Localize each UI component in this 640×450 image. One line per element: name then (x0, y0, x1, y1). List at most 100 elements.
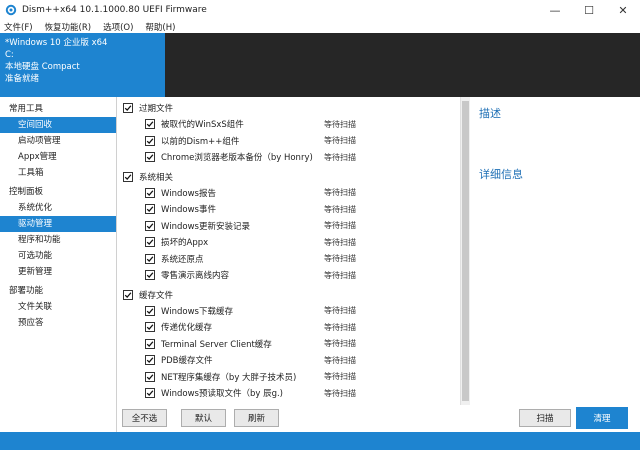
minimize-button[interactable]: — (538, 0, 572, 20)
item-status: 等待扫描 (324, 136, 356, 146)
category-row[interactable]: 系统相关 (118, 169, 460, 185)
item-label: 损坏的Appx (161, 238, 209, 249)
sidebar-item[interactable]: 驱动管理 (0, 216, 116, 232)
list-item[interactable]: Windows更新安装记录 等待扫描 (118, 218, 460, 235)
menu-help[interactable]: 帮助(H) (145, 21, 175, 33)
sidebar-item[interactable]: 可选功能 (0, 248, 116, 264)
item-label: 传递优化缓存 (161, 323, 213, 334)
os-name: *Windows 10 企业版 x64 (5, 38, 108, 48)
category-checkbox[interactable] (123, 171, 133, 182)
item-label: Windows事件 (161, 205, 216, 216)
drive-letter: C: (5, 50, 14, 60)
item-checkbox[interactable] (145, 355, 155, 366)
sidebar-item[interactable]: 文件关联 (0, 299, 116, 315)
list-item[interactable]: Windows下载缓存 等待扫描 (118, 303, 460, 320)
default-button[interactable]: 默认 (181, 409, 226, 427)
category-label: 缓存文件 (139, 290, 174, 301)
item-checkbox[interactable] (145, 305, 155, 316)
sidebar-item[interactable]: 空间回收 (0, 117, 116, 133)
list-item[interactable]: PDB缓存文件 等待扫描 (118, 352, 460, 369)
list-action-bar: 全不选 默认 刷新 (118, 405, 471, 432)
item-status: 等待扫描 (324, 254, 356, 264)
menu-options[interactable]: 选项(O) (103, 21, 133, 33)
item-checkbox[interactable] (145, 237, 155, 248)
item-checkbox[interactable] (145, 220, 155, 231)
category-label: 系统相关 (139, 172, 174, 183)
sidebar-item[interactable]: 系统优化 (0, 200, 116, 216)
window-title: Dism++x64 10.1.1000.80 UEFI Firmware (22, 5, 207, 15)
session-info-panel[interactable]: *Windows 10 企业版 x64 C: 本地硬盘 Compact 准备就绪 (0, 33, 165, 97)
list-item[interactable]: Windows报告 等待扫描 (118, 185, 460, 202)
list-item[interactable]: Chrome浏览器老版本备份（by Honry) 等待扫描 (118, 149, 460, 166)
clean-button[interactable]: 清理 (576, 407, 628, 429)
item-checkbox[interactable] (145, 270, 155, 281)
item-checkbox[interactable] (145, 119, 155, 130)
item-checkbox[interactable] (145, 338, 155, 349)
item-checkbox[interactable] (145, 135, 155, 146)
item-label: Terminal Server Client缓存 (161, 339, 272, 350)
item-status: 等待扫描 (324, 322, 356, 332)
item-label: Chrome浏览器老版本备份（by Honry) (161, 153, 313, 164)
list-scrollbar[interactable] (460, 97, 470, 405)
status-bar (0, 432, 640, 450)
item-status: 等待扫描 (324, 306, 356, 316)
item-label: PDB缓存文件 (161, 356, 213, 367)
list-item[interactable]: NET程序集缓存（by 大胖子技术员) 等待扫描 (118, 369, 460, 386)
item-checkbox[interactable] (145, 371, 155, 382)
category-checkbox[interactable] (123, 289, 133, 300)
item-label: 被取代的WinSxS组件 (161, 120, 244, 131)
sidebar-group-label: 常用工具 (9, 104, 44, 114)
item-checkbox[interactable] (145, 187, 155, 198)
item-checkbox[interactable] (145, 322, 155, 333)
sidebar-item[interactable]: 更新管理 (0, 264, 116, 280)
sidebar-group-label: 控制面板 (9, 187, 44, 197)
list-item[interactable]: 系统还原点 等待扫描 (118, 251, 460, 268)
category-row[interactable]: 过期文件 (118, 100, 460, 116)
item-label: NET程序集缓存（by 大胖子技术员) (161, 372, 297, 383)
item-status: 等待扫描 (324, 372, 356, 382)
list-item[interactable]: 传递优化缓存 等待扫描 (118, 319, 460, 336)
sidebar-item[interactable]: 工具箱 (0, 165, 116, 181)
item-checkbox[interactable] (145, 152, 155, 163)
list-item[interactable]: 损坏的Appx 等待扫描 (118, 234, 460, 251)
select-none-button[interactable]: 全不选 (122, 409, 167, 427)
maximize-button[interactable]: ☐ (572, 0, 606, 20)
category-row[interactable]: 缓存文件 (118, 287, 460, 303)
list-item[interactable]: 零售演示离线内容 等待扫描 (118, 267, 460, 284)
item-status: 等待扫描 (324, 152, 356, 162)
list-item[interactable]: Windows预读取文件（by 辰g.) 等待扫描 (118, 385, 460, 402)
item-label: Windows下载缓存 (161, 306, 233, 317)
item-status: 等待扫描 (324, 388, 356, 398)
sidebar-item[interactable]: 启动项管理 (0, 133, 116, 149)
category-checkbox[interactable] (123, 103, 133, 113)
sidebar-item[interactable]: Appx管理 (0, 149, 116, 165)
menu-file[interactable]: 文件(F) (4, 21, 33, 33)
menu-bar: 文件(F) 恢复功能(R) 选项(O) 帮助(H) (0, 20, 640, 33)
sidebar-group-label: 部署功能 (9, 286, 44, 296)
item-checkbox[interactable] (145, 388, 155, 399)
sidebar-item[interactable]: 预应答 (0, 315, 116, 331)
title-bar: Dism++x64 10.1.1000.80 UEFI Firmware — ☐… (0, 0, 640, 20)
list-item[interactable]: Windows事件 等待扫描 (118, 201, 460, 218)
description-heading: 描述 (479, 107, 501, 120)
item-status: 等待扫描 (324, 188, 356, 198)
menu-restore[interactable]: 恢复功能(R) (45, 21, 92, 33)
item-label: Windows更新安装记录 (161, 221, 250, 232)
close-button[interactable]: ✕ (606, 0, 640, 20)
list-item[interactable]: 以前的Dism++组件 等待扫描 (118, 133, 460, 150)
scrollbar-thumb[interactable] (462, 101, 469, 401)
sidebar-item[interactable]: 程序和功能 (0, 232, 116, 248)
refresh-button[interactable]: 刷新 (234, 409, 279, 427)
list-item[interactable]: Terminal Server Client缓存 等待扫描 (118, 336, 460, 353)
item-status: 等待扫描 (324, 355, 356, 365)
scan-button[interactable]: 扫描 (519, 409, 571, 427)
session-list-area (165, 33, 640, 97)
sidebar: 常用工具空间回收 启动项管理 Appx管理 工具箱控制面板系统优化 驱动管理 程序和功能可… (0, 97, 117, 432)
item-checkbox[interactable] (145, 253, 155, 264)
disk-type: 本地硬盘 Compact (5, 62, 80, 72)
item-checkbox[interactable] (145, 204, 155, 215)
item-label: Windows报告 (161, 188, 216, 199)
list-item[interactable]: 被取代的WinSxS组件 等待扫描 (118, 116, 460, 133)
item-label: 系统还原点 (161, 254, 204, 265)
item-status: 等待扫描 (324, 339, 356, 349)
